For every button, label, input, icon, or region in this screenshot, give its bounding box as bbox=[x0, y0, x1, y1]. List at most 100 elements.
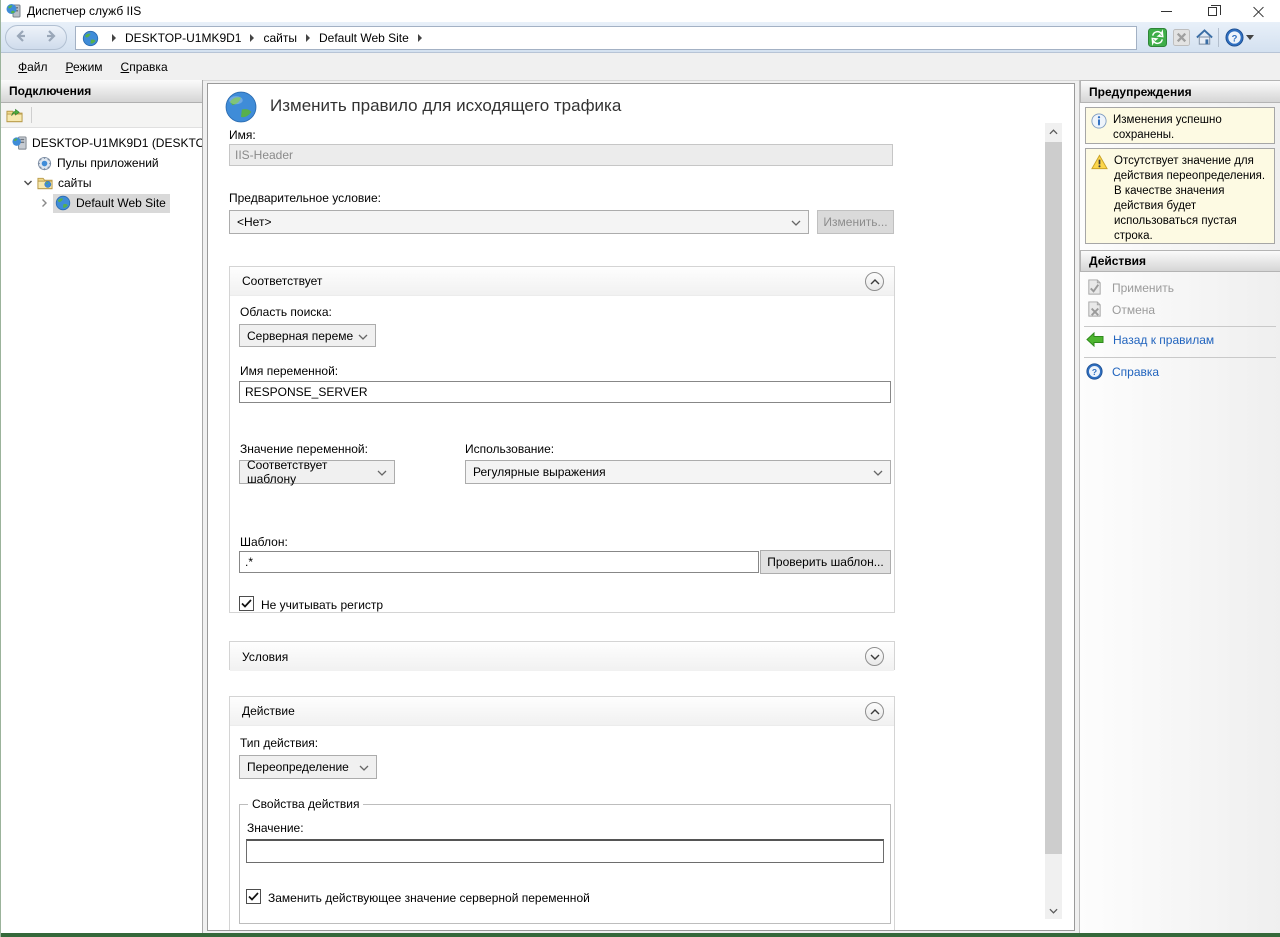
help-button[interactable]: ? bbox=[1224, 27, 1245, 48]
breadcrumb-item-default-web-site[interactable]: Default Web Site bbox=[319, 31, 409, 45]
test-pattern-button[interactable]: Проверить шаблон... bbox=[760, 550, 891, 574]
breadcrumb-arrow-icon bbox=[250, 34, 254, 42]
chevron-down-icon bbox=[358, 329, 368, 343]
app-pools-icon bbox=[37, 156, 52, 171]
main-scrollbar[interactable] bbox=[1045, 123, 1062, 919]
scrollbar-thumb[interactable] bbox=[1045, 142, 1062, 854]
variable-name-input[interactable] bbox=[239, 381, 891, 403]
match-section-title: Соответствует bbox=[242, 274, 322, 288]
action-value-input[interactable] bbox=[246, 839, 884, 863]
restore-button[interactable] bbox=[1189, 0, 1235, 22]
edit-outbound-rule-page: Изменить правило для исходящего трафика … bbox=[207, 83, 1075, 931]
tree-item-app-pools-label[interactable]: Пулы приложений bbox=[57, 156, 159, 170]
breadcrumb-item-sites[interactable]: сайты bbox=[263, 31, 297, 45]
app-icon bbox=[6, 3, 22, 22]
warning-notice: Отсутствует значение для действия переоп… bbox=[1085, 148, 1275, 244]
create-connection-icon[interactable] bbox=[6, 108, 23, 123]
chevron-collapsed-icon[interactable] bbox=[39, 198, 49, 208]
back-to-rules-action[interactable]: Назад к правилам bbox=[1086, 332, 1214, 347]
collapse-up-icon[interactable] bbox=[865, 702, 884, 721]
action-type-value: Переопределение bbox=[247, 760, 349, 774]
tree-item-default-web-site-label[interactable]: Default Web Site bbox=[76, 196, 166, 210]
info-notice: Изменения успешно сохранены. bbox=[1085, 107, 1275, 144]
info-notice-text: Изменения успешно сохранены. bbox=[1113, 113, 1270, 138]
back-to-rules-label[interactable]: Назад к правилам bbox=[1113, 333, 1214, 347]
precondition-label: Предварительное условие: bbox=[229, 191, 381, 205]
globe-icon bbox=[55, 195, 71, 211]
breadcrumb-arrow-icon bbox=[112, 34, 116, 42]
help-label[interactable]: Справка bbox=[1112, 365, 1159, 379]
action-type-select[interactable]: Переопределение bbox=[239, 755, 377, 779]
cancel-action: Отмена bbox=[1086, 301, 1155, 318]
title-bar: Диспетчер служб IIS bbox=[1, 0, 1280, 22]
tree-item-server-label[interactable]: DESKTOP-U1MK9D1 (DESKTOI bbox=[32, 136, 202, 150]
sites-folder-icon bbox=[37, 176, 53, 190]
home-button[interactable] bbox=[1194, 27, 1215, 48]
variable-value-select[interactable]: Соответствует шаблону bbox=[239, 460, 395, 484]
scope-select[interactable]: Серверная переменн bbox=[239, 324, 376, 347]
check-icon bbox=[241, 599, 252, 608]
tree-item-sites-label[interactable]: сайты bbox=[58, 176, 92, 190]
page-title: Изменить правило для исходящего трафика bbox=[270, 96, 621, 116]
help-action[interactable]: ? Справка bbox=[1086, 363, 1159, 380]
ignore-case-checkbox[interactable] bbox=[239, 596, 254, 611]
actions-separator bbox=[1084, 357, 1276, 358]
close-button[interactable] bbox=[1235, 0, 1280, 22]
minimize-button[interactable] bbox=[1143, 0, 1189, 22]
replace-value-label: Заменить действующее значение серверной … bbox=[268, 891, 590, 905]
menu-file[interactable]: Файл bbox=[9, 56, 57, 78]
breadcrumb-item-server[interactable]: DESKTOP-U1MK9D1 bbox=[125, 31, 241, 45]
server-icon bbox=[12, 136, 27, 151]
breadcrumb-arrow-icon bbox=[418, 34, 422, 42]
precondition-edit-button: Изменить... bbox=[817, 210, 894, 234]
menu-help[interactable]: Справка bbox=[112, 56, 177, 78]
alerts-header: Предупреждения bbox=[1080, 80, 1280, 103]
window-border bbox=[1, 933, 1280, 937]
check-icon bbox=[248, 892, 259, 901]
refresh-button[interactable] bbox=[1147, 27, 1168, 48]
chevron-expanded-icon[interactable] bbox=[23, 178, 33, 188]
warning-notice-text: Отсутствует значение для действия переоп… bbox=[1114, 154, 1270, 238]
page-globe-icon bbox=[224, 90, 258, 127]
scroll-down-icon[interactable] bbox=[1045, 902, 1062, 919]
tree-item-default-web-site[interactable]: Default Web Site bbox=[39, 193, 170, 213]
precondition-select[interactable]: <Нет> bbox=[229, 210, 809, 234]
tree-item-sites[interactable]: сайты bbox=[23, 173, 92, 193]
right-panel: Предупреждения Изменения успешно сохране… bbox=[1079, 80, 1280, 933]
help-dropdown-icon[interactable] bbox=[1245, 27, 1255, 48]
connections-tree: DESKTOP-U1MK9D1 (DESKTOI Пулы приложений… bbox=[1, 129, 202, 933]
forward-button[interactable] bbox=[44, 29, 58, 46]
apply-label: Применить bbox=[1112, 281, 1174, 295]
replace-value-checkbox[interactable] bbox=[246, 889, 261, 904]
apply-action: Применить bbox=[1086, 279, 1174, 296]
using-select[interactable]: Регулярные выражения bbox=[465, 460, 891, 484]
tree-item-app-pools[interactable]: Пулы приложений bbox=[37, 153, 159, 173]
breadcrumb-arrow-icon bbox=[306, 34, 310, 42]
scope-label: Область поиска: bbox=[240, 305, 332, 319]
address-bar: DESKTOP-U1MK9D1 сайты Default Web Site ? bbox=[1, 22, 1280, 53]
scroll-up-icon[interactable] bbox=[1045, 123, 1062, 140]
restore-icon bbox=[1208, 7, 1217, 16]
back-arrow-icon bbox=[1086, 332, 1104, 347]
collapse-down-icon[interactable] bbox=[865, 647, 884, 666]
action-value-label: Значение: bbox=[247, 821, 304, 835]
tree-item-default-web-site-selection[interactable]: Default Web Site bbox=[53, 194, 170, 213]
chevron-down-icon bbox=[791, 215, 801, 229]
precondition-value: <Нет> bbox=[237, 215, 271, 229]
collapse-up-icon[interactable] bbox=[865, 272, 884, 291]
tree-item-server[interactable]: DESKTOP-U1MK9D1 (DESKTOI bbox=[7, 133, 202, 153]
name-label: Имя: bbox=[229, 128, 256, 142]
apply-icon bbox=[1086, 279, 1103, 296]
menu-view[interactable]: Режим bbox=[57, 56, 112, 78]
pattern-label: Шаблон: bbox=[240, 535, 288, 549]
site-globe-icon[interactable] bbox=[82, 30, 99, 47]
pattern-input[interactable] bbox=[239, 551, 759, 573]
breadcrumb: DESKTOP-U1MK9D1 сайты Default Web Site bbox=[75, 26, 1137, 50]
action-section-title: Действие bbox=[242, 704, 295, 718]
connections-toolbar bbox=[1, 103, 202, 128]
name-input bbox=[229, 144, 893, 166]
variable-name-label: Имя переменной: bbox=[240, 364, 338, 378]
conditions-section: Условия bbox=[229, 641, 895, 670]
menu-bar: Файл Режим Справка bbox=[1, 53, 1280, 80]
back-button[interactable] bbox=[14, 29, 28, 46]
